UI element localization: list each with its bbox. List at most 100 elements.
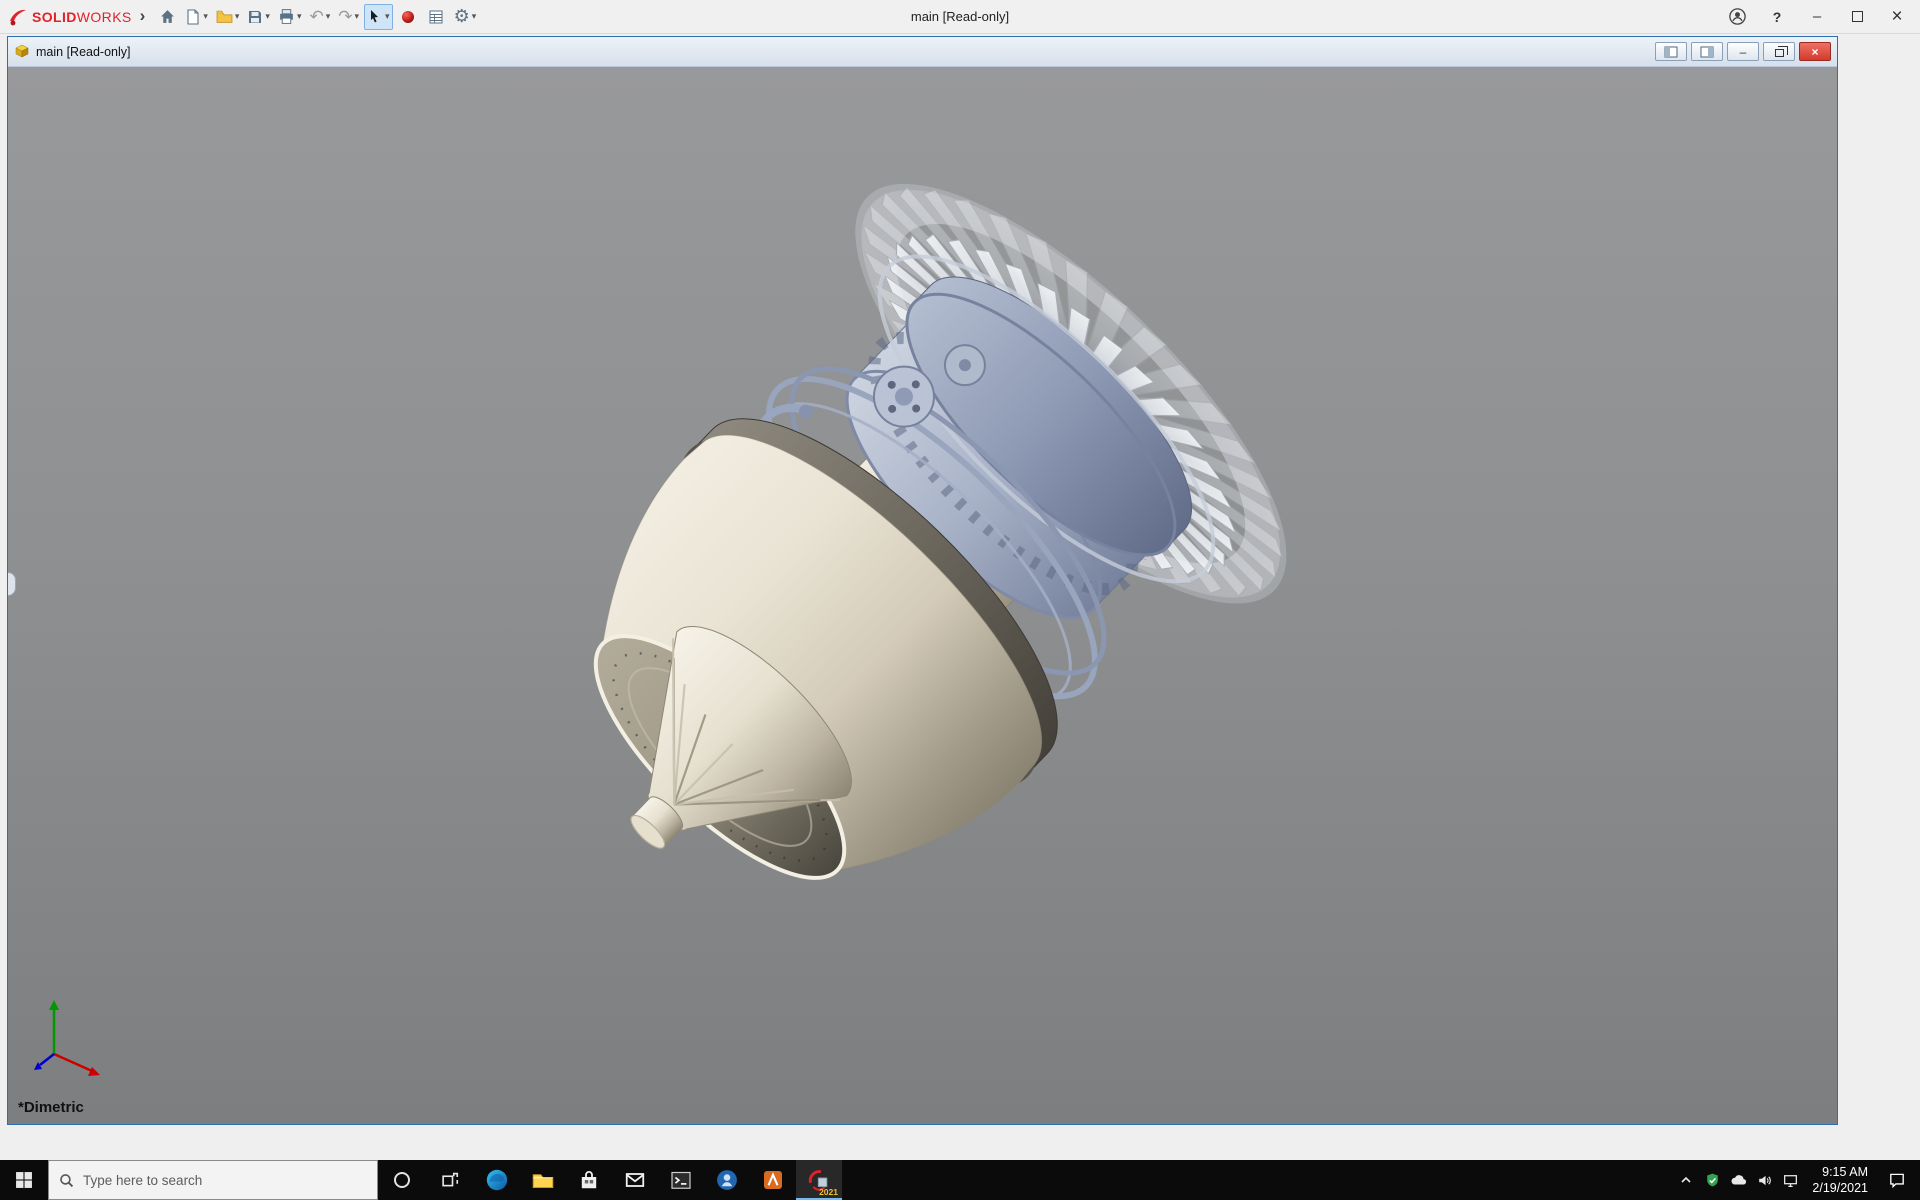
- save-icon: [247, 9, 263, 25]
- dropdown-caret[interactable]: ▾: [235, 11, 240, 22]
- graphics-area[interactable]: *Dimetric: [8, 67, 1837, 1124]
- terminal-icon: [669, 1168, 693, 1192]
- open-icon: [216, 8, 233, 25]
- cloud-tray-icon[interactable]: [1726, 1160, 1750, 1200]
- taskbar-app-solidworks[interactable]: 2021: [796, 1160, 842, 1200]
- select-tool-button[interactable]: ▾: [364, 4, 393, 30]
- dropdown-caret[interactable]: ▾: [472, 11, 477, 22]
- clock-date: 2/19/2021: [1812, 1180, 1868, 1196]
- document-window-controls: – ×: [1655, 42, 1831, 61]
- redo-button[interactable]: ↷ ▾: [335, 4, 362, 30]
- taskbar-clock[interactable]: 9:15 AM 2/19/2021: [1804, 1164, 1876, 1197]
- tile-right-button[interactable]: [1691, 42, 1723, 61]
- document-restore-button[interactable]: [1763, 42, 1795, 61]
- ds-logo-icon: [8, 7, 28, 27]
- workspace: main [Read-only] – ×: [0, 34, 1920, 1160]
- print-icon: [278, 8, 295, 25]
- gear-icon: ⚙: [454, 6, 470, 27]
- restore-icon: [1775, 49, 1784, 57]
- system-tray: 9:15 AM 2/19/2021: [1674, 1160, 1920, 1200]
- shield-check-icon: [1704, 1172, 1721, 1189]
- clock-time: 9:15 AM: [1812, 1164, 1868, 1180]
- sphere-tool-button[interactable]: [395, 4, 421, 30]
- search-input[interactable]: [49, 1173, 377, 1188]
- tile-left-button[interactable]: [1655, 42, 1687, 61]
- brand-solid: SOLID: [32, 9, 77, 25]
- app-titlebar: SOLIDWORKS › ▾ ▾ ▾ ▾ ↶ ▾ ↷ ▾ ▾ ⚙: [0, 0, 1920, 34]
- cortana-button[interactable]: [378, 1160, 426, 1200]
- undo-button[interactable]: ↶ ▾: [306, 4, 333, 30]
- antivirus-tray-icon[interactable]: [1700, 1160, 1724, 1200]
- close-button[interactable]: ×: [1878, 2, 1916, 32]
- speaker-icon: [1756, 1172, 1773, 1189]
- dropdown-caret[interactable]: ▾: [297, 11, 302, 22]
- taskbar-app-orange[interactable]: [750, 1160, 796, 1200]
- brand-works: WORKS: [77, 9, 132, 25]
- tile-right-icon: [1700, 46, 1714, 58]
- monitor-icon: [1782, 1172, 1799, 1189]
- file-explorer-icon: [531, 1168, 555, 1192]
- save-button[interactable]: ▾: [244, 4, 273, 30]
- menu-expand-button[interactable]: ›: [138, 6, 154, 28]
- document-window: main [Read-only] – ×: [7, 36, 1838, 1125]
- start-button[interactable]: [0, 1160, 48, 1200]
- help-button[interactable]: ?: [1758, 2, 1796, 32]
- maximize-icon: [1852, 11, 1863, 22]
- brand-text: SOLIDWORKS: [32, 9, 132, 25]
- start-icon: [15, 1171, 33, 1189]
- file-properties-button[interactable]: [423, 4, 449, 30]
- solidworks-logo[interactable]: SOLIDWORKS: [0, 7, 138, 27]
- taskbar: 2021 9: [0, 1160, 1920, 1200]
- new-document-button[interactable]: ▾: [182, 4, 211, 30]
- print-button[interactable]: ▾: [275, 4, 305, 30]
- open-button[interactable]: ▾: [213, 4, 243, 30]
- orientation-triad: [26, 992, 116, 1082]
- dropdown-caret[interactable]: ▾: [355, 11, 360, 22]
- search-icon: [58, 1172, 75, 1189]
- document-window-titlebar[interactable]: main [Read-only] – ×: [8, 37, 1837, 67]
- dropdown-caret[interactable]: ▾: [385, 11, 390, 22]
- solidworks-version-badge: 2021: [819, 1187, 838, 1197]
- titlebar-right-controls: ? – ×: [1718, 2, 1920, 32]
- redo-icon: ↷: [338, 7, 352, 27]
- taskbar-search[interactable]: [48, 1160, 378, 1200]
- dropdown-caret[interactable]: ▾: [265, 11, 270, 22]
- maximize-button[interactable]: [1838, 2, 1876, 32]
- volume-tray-icon[interactable]: [1752, 1160, 1776, 1200]
- select-cursor-icon: [367, 9, 383, 25]
- chevron-up-icon: [1678, 1172, 1694, 1188]
- mail-icon: [623, 1168, 647, 1192]
- file-properties-icon: [428, 9, 444, 25]
- action-center-button[interactable]: [1878, 1160, 1916, 1200]
- document-close-button[interactable]: ×: [1799, 42, 1831, 61]
- x-axis-arrow: [54, 1054, 92, 1071]
- store-icon: [577, 1168, 601, 1192]
- model-jet-engine[interactable]: [8, 67, 1837, 1124]
- home-icon: [159, 8, 176, 25]
- cortana-icon: [392, 1170, 412, 1190]
- document-minimize-button[interactable]: –: [1727, 42, 1759, 61]
- taskbar-app-edge[interactable]: [474, 1160, 520, 1200]
- home-button[interactable]: [154, 4, 180, 30]
- taskbar-app-terminal[interactable]: [658, 1160, 704, 1200]
- tray-expand-button[interactable]: [1674, 1160, 1698, 1200]
- red-sphere-icon: [400, 9, 416, 25]
- taskbar-app-store[interactable]: [566, 1160, 612, 1200]
- account-icon: [1728, 7, 1747, 26]
- view-orientation-label: *Dimetric: [18, 1099, 84, 1116]
- minimize-button[interactable]: –: [1798, 2, 1836, 32]
- task-view-button[interactable]: [426, 1160, 474, 1200]
- taskbar-app-mail[interactable]: [612, 1160, 658, 1200]
- new-document-icon: [185, 9, 201, 25]
- edge-icon: [485, 1168, 509, 1192]
- dropdown-caret[interactable]: ▾: [326, 11, 331, 22]
- taskbar-app-blue[interactable]: [704, 1160, 750, 1200]
- blue-app-icon: [715, 1168, 739, 1192]
- z-axis-arrow: [40, 1054, 54, 1065]
- dropdown-caret[interactable]: ▾: [203, 11, 208, 22]
- options-button[interactable]: ⚙ ▾: [451, 4, 480, 30]
- taskbar-app-file-explorer[interactable]: [520, 1160, 566, 1200]
- network-tray-icon[interactable]: [1778, 1160, 1802, 1200]
- account-button[interactable]: [1718, 2, 1756, 32]
- undo-icon: ↶: [309, 7, 323, 27]
